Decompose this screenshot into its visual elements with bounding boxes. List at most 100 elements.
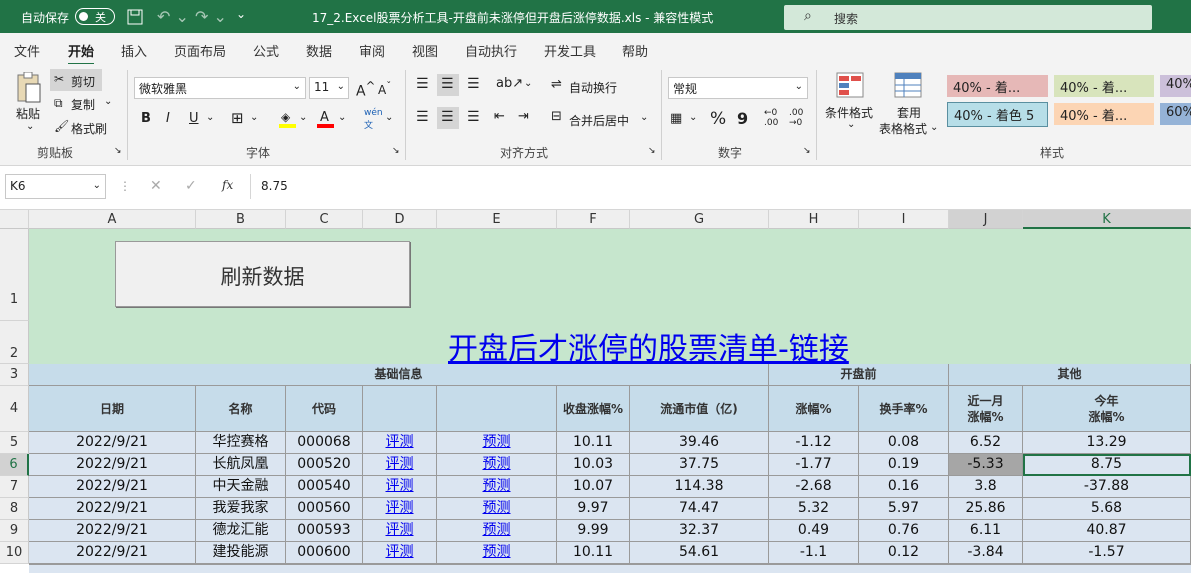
align-left-icon[interactable]: ☰: [416, 109, 429, 125]
increase-indent-icon[interactable]: ⇥: [518, 109, 529, 124]
column-header-c[interactable]: C: [286, 210, 363, 229]
font-size-select[interactable]: 11 ⌄: [309, 77, 349, 99]
cancel-icon[interactable]: ✕: [150, 178, 162, 194]
row-header-9[interactable]: 9: [0, 520, 29, 542]
italic-button[interactable]: I: [166, 111, 170, 126]
cut-button[interactable]: ✂ 剪切: [50, 69, 102, 91]
customize-qat-icon[interactable]: ⌄: [236, 7, 246, 21]
number-launcher-icon[interactable]: ↘: [803, 146, 811, 156]
font-color-dropdown-icon[interactable]: ⌄: [338, 112, 346, 123]
underline-button[interactable]: U: [189, 111, 199, 126]
title-link[interactable]: 开盘后才涨停的股票清单-链接: [448, 324, 849, 368]
column-header-e[interactable]: E: [437, 210, 557, 229]
merge-dropdown-icon[interactable]: ⌄: [640, 112, 648, 123]
cell-style-accent3-40[interactable]: 40% - 着...: [1054, 75, 1154, 97]
font-launcher-icon[interactable]: ↘: [392, 146, 400, 156]
forecast-link[interactable]: 预测: [437, 520, 557, 542]
align-center-icon[interactable]: ☰: [437, 107, 459, 129]
forecast-link[interactable]: 预测: [437, 476, 557, 498]
row-header-6[interactable]: 6: [0, 454, 29, 476]
column-header-f[interactable]: F: [557, 210, 630, 229]
column-header-i[interactable]: I: [859, 210, 949, 229]
column-header-g[interactable]: G: [630, 210, 769, 229]
conditional-dropdown-icon[interactable]: ⌄: [847, 119, 855, 130]
font-name-select[interactable]: 微软雅黑 ⌄: [134, 77, 306, 99]
row-header-8[interactable]: 8: [0, 498, 29, 520]
phonetic-icon[interactable]: wén 文: [364, 108, 383, 131]
accounting-dropdown-icon[interactable]: ⌄: [689, 112, 697, 123]
merge-center-button[interactable]: 合并后居中: [569, 112, 629, 129]
column-header-d[interactable]: D: [363, 210, 437, 229]
font-color-icon[interactable]: A: [317, 110, 334, 128]
row-header-1[interactable]: 1: [0, 229, 29, 321]
border-dropdown-icon[interactable]: ⌄: [250, 112, 258, 123]
underline-dropdown-icon[interactable]: ⌄: [206, 112, 214, 123]
name-box[interactable]: K6 ⌄: [5, 174, 106, 199]
review-link[interactable]: 评测: [363, 476, 437, 498]
alignment-launcher-icon[interactable]: ↘: [648, 146, 656, 156]
refresh-data-button[interactable]: 刷新数据: [115, 241, 410, 307]
forecast-link[interactable]: 预测: [437, 454, 557, 476]
orientation-dropdown-icon[interactable]: ⌄: [524, 78, 532, 89]
row-header-7[interactable]: 7: [0, 476, 29, 498]
save-icon[interactable]: [127, 9, 143, 25]
formula-input[interactable]: 8.75: [250, 174, 1191, 199]
autosave-toggle[interactable]: 关: [75, 8, 115, 25]
tab-developer[interactable]: 开发工具: [544, 41, 596, 60]
review-link[interactable]: 评测: [363, 454, 437, 476]
paste-icon[interactable]: [14, 71, 44, 104]
paste-button[interactable]: 粘贴: [16, 105, 40, 122]
copy-button[interactable]: 复制: [71, 96, 95, 113]
forecast-link[interactable]: 预测: [437, 498, 557, 520]
select-all-corner[interactable]: [0, 210, 29, 229]
wrap-text-icon[interactable]: ⇌: [551, 77, 562, 92]
comma-button[interactable]: 9: [737, 109, 748, 128]
decrease-indent-icon[interactable]: ⇤: [494, 109, 505, 124]
grow-font-icon[interactable]: A^: [356, 79, 375, 100]
review-link[interactable]: 评测: [363, 432, 437, 454]
table-format-label-2[interactable]: 表格格式: [879, 120, 927, 137]
forecast-link[interactable]: 预测: [437, 432, 557, 454]
column-header-k[interactable]: K: [1023, 210, 1191, 229]
review-link[interactable]: 评测: [363, 520, 437, 542]
review-link[interactable]: 评测: [363, 542, 437, 564]
wrap-text-button[interactable]: 自动换行: [569, 79, 617, 96]
row-header-10[interactable]: 10: [0, 542, 29, 564]
orientation-icon[interactable]: ab↗: [496, 76, 523, 91]
border-icon[interactable]: ⊞: [231, 109, 244, 127]
tab-formulas[interactable]: 公式: [253, 41, 279, 60]
table-format-icon[interactable]: [894, 72, 924, 100]
tab-automate[interactable]: 自动执行: [465, 41, 517, 60]
cell-style-accent5-40[interactable]: 40% - 着色 5: [947, 102, 1048, 127]
tab-view[interactable]: 视图: [412, 41, 438, 60]
cell-style-accent6-40[interactable]: 40% - 着...: [1054, 103, 1154, 125]
row-header-5[interactable]: 5: [0, 432, 29, 454]
cell-style-accent2-40[interactable]: 40% - 着...: [947, 75, 1048, 97]
insert-function-icon[interactable]: fx: [222, 178, 233, 192]
column-header-b[interactable]: B: [196, 210, 286, 229]
cell-style-accent4-40[interactable]: 40%: [1160, 75, 1191, 97]
row-header-2[interactable]: 2: [0, 321, 29, 364]
decrease-decimal-icon[interactable]: .00 →0: [789, 108, 803, 128]
clipboard-launcher-icon[interactable]: ↘: [114, 146, 122, 156]
cell-style-accent1-60[interactable]: 60%: [1160, 103, 1191, 125]
row-header-4[interactable]: 4: [0, 386, 29, 432]
table-format-label-1[interactable]: 套用: [897, 104, 921, 121]
align-top-icon[interactable]: ☰: [416, 76, 429, 92]
number-format-select[interactable]: 常规 ⌄: [668, 77, 808, 99]
tab-page-layout[interactable]: 页面布局: [174, 41, 226, 60]
tab-data[interactable]: 数据: [306, 41, 332, 60]
format-painter-button[interactable]: 格式刷: [71, 120, 107, 137]
percent-button[interactable]: %: [710, 109, 726, 129]
enter-icon[interactable]: ✓: [185, 178, 197, 194]
row-header-3[interactable]: 3: [0, 364, 29, 386]
fill-dropdown-icon[interactable]: ⌄: [299, 112, 307, 123]
column-header-h[interactable]: H: [769, 210, 859, 229]
conditional-format-icon[interactable]: [836, 72, 866, 100]
copy-icon[interactable]: ⧉: [54, 96, 63, 111]
align-right-icon[interactable]: ☰: [467, 109, 480, 125]
undo-icon[interactable]: ↶ ⌄: [157, 7, 189, 26]
increase-decimal-icon[interactable]: ←0.00: [764, 108, 778, 128]
tab-insert[interactable]: 插入: [121, 41, 147, 60]
table-format-dropdown-icon[interactable]: ⌄: [930, 122, 938, 133]
